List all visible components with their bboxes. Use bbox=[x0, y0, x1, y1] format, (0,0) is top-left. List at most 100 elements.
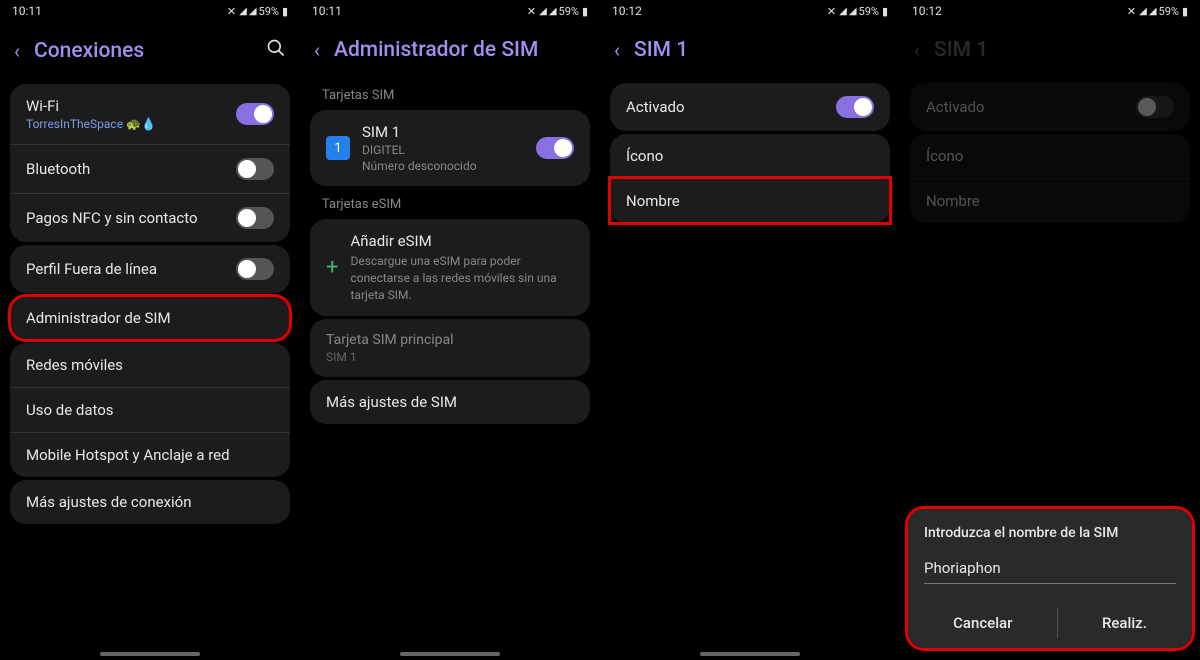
section-esim: Tarjetas eSIM bbox=[300, 189, 600, 216]
row-offline[interactable]: Perfil Fuera de línea bbox=[10, 245, 290, 293]
battery-text: 59% bbox=[859, 5, 879, 18]
battery-text: 59% bbox=[259, 5, 279, 18]
activated-toggle bbox=[1136, 96, 1174, 118]
offline-toggle[interactable] bbox=[236, 258, 274, 280]
mobile-networks-label: Redes móviles bbox=[26, 356, 123, 374]
activated-toggle[interactable] bbox=[836, 96, 874, 118]
bluetooth-label: Bluetooth bbox=[26, 160, 90, 178]
wifi-toggle[interactable] bbox=[236, 103, 274, 125]
activated-label: Activado bbox=[926, 98, 985, 116]
row-icon[interactable]: Ícono bbox=[610, 134, 890, 178]
row-more[interactable]: Más ajustes de conexión bbox=[10, 480, 290, 524]
dialog-title: Introduzca el nombre de la SIM bbox=[924, 525, 1176, 541]
add-esim-label: Añadir eSIM bbox=[350, 232, 574, 250]
rename-dialog: Introduzca el nombre de la SIM Cancelar … bbox=[908, 509, 1192, 648]
row-hotspot[interactable]: Mobile Hotspot y Anclaje a red bbox=[10, 432, 290, 477]
dimmed-background: ‹ SIM 1 Activado Ícono Nombre bbox=[900, 22, 1200, 223]
row-more-sim[interactable]: Más ajustes de SIM bbox=[310, 380, 590, 424]
vibrate-icon: ✕ bbox=[527, 5, 536, 18]
nfc-toggle[interactable] bbox=[236, 207, 274, 229]
row-name[interactable]: Nombre bbox=[610, 178, 890, 223]
battery-text: 59% bbox=[559, 5, 579, 18]
name-label: Nombre bbox=[926, 192, 980, 210]
bluetooth-toggle[interactable] bbox=[236, 158, 274, 180]
status-icons: ✕ ◢ ◢ 59% ▮ bbox=[527, 5, 588, 18]
header: ‹ Conexiones bbox=[0, 22, 300, 81]
row-sim1[interactable]: 1 SIM 1 DIGITEL Número desconocido bbox=[310, 110, 590, 186]
row-add-esim[interactable]: + Añadir eSIM Descargue una eSIM para po… bbox=[310, 219, 590, 316]
more-sim-label: Más ajustes de SIM bbox=[326, 393, 457, 411]
sim1-number: Número desconocido bbox=[362, 159, 536, 173]
nav-pill[interactable] bbox=[700, 652, 800, 656]
card-more-sim: Más ajustes de SIM bbox=[310, 380, 590, 424]
search-icon[interactable] bbox=[266, 38, 286, 63]
row-activated[interactable]: Activado bbox=[610, 83, 890, 131]
nav-pill[interactable] bbox=[100, 652, 200, 656]
card-wireless: Wi-Fi TorresInTheSpace 🐢💧 Bluetooth Pago… bbox=[10, 84, 290, 242]
row-mobile-networks[interactable]: Redes móviles bbox=[10, 343, 290, 387]
status-bar: 10:12 ✕ ◢ ◢ 59% ▮ bbox=[900, 0, 1200, 22]
primary-sim-label: Tarjeta SIM principal bbox=[326, 332, 574, 348]
card-profile: Perfil Fuera de línea bbox=[10, 245, 290, 293]
battery-icon: ▮ bbox=[582, 5, 588, 18]
back-icon[interactable]: ‹ bbox=[614, 38, 620, 62]
card-sim-props: Ícono Nombre bbox=[610, 134, 890, 223]
vibrate-icon: ✕ bbox=[227, 5, 236, 18]
status-time: 10:11 bbox=[312, 4, 342, 18]
sim1-carrier: DIGITEL bbox=[362, 143, 536, 157]
screen-sim1-rename: 10:12 ✕ ◢ ◢ 59% ▮ ‹ SIM 1 Activado Ícono… bbox=[900, 0, 1200, 660]
ok-button[interactable]: Realiz. bbox=[1088, 608, 1161, 638]
add-esim-desc: Descargue una eSIM para poder conectarse… bbox=[350, 253, 574, 303]
primary-sim-value: SIM 1 bbox=[326, 350, 574, 364]
status-time: 10:12 bbox=[912, 4, 942, 18]
row-bluetooth[interactable]: Bluetooth bbox=[10, 144, 290, 193]
icon-label: Ícono bbox=[626, 147, 663, 165]
more-label: Más ajustes de conexión bbox=[26, 493, 192, 511]
battery-icon: ▮ bbox=[882, 5, 888, 18]
screen-sim1-detail: 10:12 ✕ ◢ ◢ 59% ▮ ‹ SIM 1 Activado Ícono… bbox=[600, 0, 900, 660]
row-nfc[interactable]: Pagos NFC y sin contacto bbox=[10, 193, 290, 242]
header: ‹ SIM 1 bbox=[600, 22, 900, 80]
battery-icon: ▮ bbox=[282, 5, 288, 18]
sim-name-input[interactable] bbox=[924, 555, 1176, 584]
row-sim-manager[interactable]: Administrador de SIM bbox=[10, 296, 290, 340]
screen-sim-manager: 10:11 ✕ ◢ ◢ 59% ▮ ‹ Administrador de SIM… bbox=[300, 0, 600, 660]
back-icon[interactable]: ‹ bbox=[14, 39, 20, 63]
sim1-name: SIM 1 bbox=[362, 123, 536, 141]
vibrate-icon: ✕ bbox=[827, 5, 836, 18]
header: ‹ SIM 1 bbox=[900, 22, 1200, 80]
back-icon[interactable]: ‹ bbox=[314, 38, 320, 62]
row-primary-sim[interactable]: Tarjeta SIM principal SIM 1 bbox=[310, 319, 590, 377]
sim-number-icon: 1 bbox=[326, 136, 350, 160]
status-bar: 10:11 ✕ ◢ ◢ 59% ▮ bbox=[0, 0, 300, 22]
card-primary-sim: Tarjeta SIM principal SIM 1 bbox=[310, 319, 590, 377]
page-title: Conexiones bbox=[34, 39, 252, 63]
cancel-button[interactable]: Cancelar bbox=[939, 608, 1026, 638]
sim1-toggle[interactable] bbox=[536, 137, 574, 159]
card-sim-props: Ícono Nombre bbox=[910, 134, 1190, 223]
row-wifi[interactable]: Wi-Fi TorresInTheSpace 🐢💧 bbox=[10, 84, 290, 144]
back-icon: ‹ bbox=[914, 38, 920, 62]
nav-pill[interactable] bbox=[400, 652, 500, 656]
offline-label: Perfil Fuera de línea bbox=[26, 260, 157, 278]
status-time: 10:12 bbox=[612, 4, 642, 18]
signal-icon: ◢ bbox=[849, 6, 856, 17]
card-activated: Activado bbox=[610, 83, 890, 131]
nfc-label: Pagos NFC y sin contacto bbox=[26, 209, 198, 227]
battery-icon: ▮ bbox=[1182, 5, 1188, 18]
status-time: 10:11 bbox=[12, 4, 42, 18]
battery-text: 59% bbox=[1159, 5, 1179, 18]
page-title: SIM 1 bbox=[934, 38, 1186, 62]
activated-label: Activado bbox=[626, 98, 685, 116]
screen-conexiones: 10:11 ✕ ◢ ◢ 59% ▮ ‹ Conexiones Wi-Fi Tor… bbox=[0, 0, 300, 660]
card-network: Redes móviles Uso de datos Mobile Hotspo… bbox=[10, 343, 290, 477]
row-data-usage[interactable]: Uso de datos bbox=[10, 387, 290, 432]
page-title: SIM 1 bbox=[634, 38, 886, 62]
hotspot-label: Mobile Hotspot y Anclaje a red bbox=[26, 446, 230, 464]
status-icons: ✕ ◢ ◢ 59% ▮ bbox=[1127, 5, 1188, 18]
signal-icon: ◢ bbox=[1139, 6, 1146, 17]
signal-icon: ◢ bbox=[539, 6, 546, 17]
signal-icon: ◢ bbox=[1149, 6, 1156, 17]
page-title: Administrador de SIM bbox=[334, 38, 586, 62]
card-sim-manager: Administrador de SIM bbox=[10, 296, 290, 340]
